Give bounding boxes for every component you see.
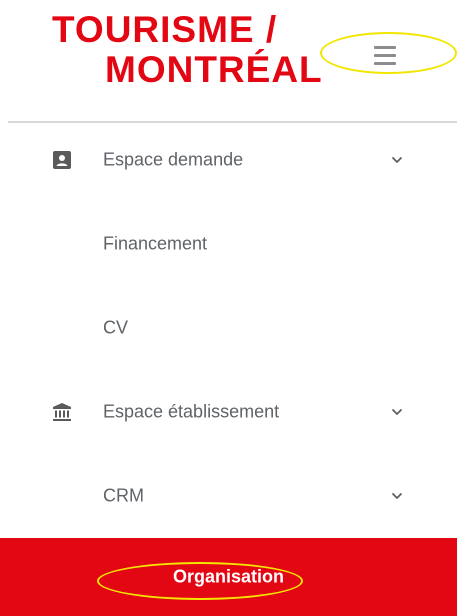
chevron-down-icon[interactable]: [388, 151, 406, 169]
menu-item-financement[interactable]: Financement: [0, 202, 457, 286]
menu-item-label: Espace établissement: [103, 401, 280, 422]
logo-line2: MONTRÉAL: [105, 49, 323, 90]
menu-item-organisation[interactable]: Organisation: [0, 538, 457, 616]
menu-item-espace-demande[interactable]: Espace demande: [0, 118, 457, 202]
chevron-down-icon[interactable]: [388, 403, 406, 421]
menu-item-label: Espace demande: [103, 149, 244, 170]
logo-line1: TOURISME /: [52, 9, 277, 50]
hamburger-bar: [374, 54, 396, 57]
menu-item-label: CV: [103, 317, 129, 338]
chevron-down-icon[interactable]: [388, 487, 406, 505]
menu-item-label: Financement: [103, 233, 208, 254]
hamburger-bar: [374, 62, 396, 65]
menu-item-label: Organisation: [172, 566, 285, 587]
menu-item-espace-etablissement[interactable]: Espace établissement: [0, 370, 457, 454]
institution-icon: [52, 402, 72, 422]
hamburger-icon[interactable]: [366, 40, 404, 74]
contact-card-icon: [52, 150, 72, 170]
menu-item-label: CRM: [103, 485, 144, 506]
hamburger-bar: [374, 46, 396, 49]
menu-item-cv[interactable]: CV: [0, 286, 457, 370]
menu-item-crm[interactable]: CRM: [0, 454, 457, 538]
